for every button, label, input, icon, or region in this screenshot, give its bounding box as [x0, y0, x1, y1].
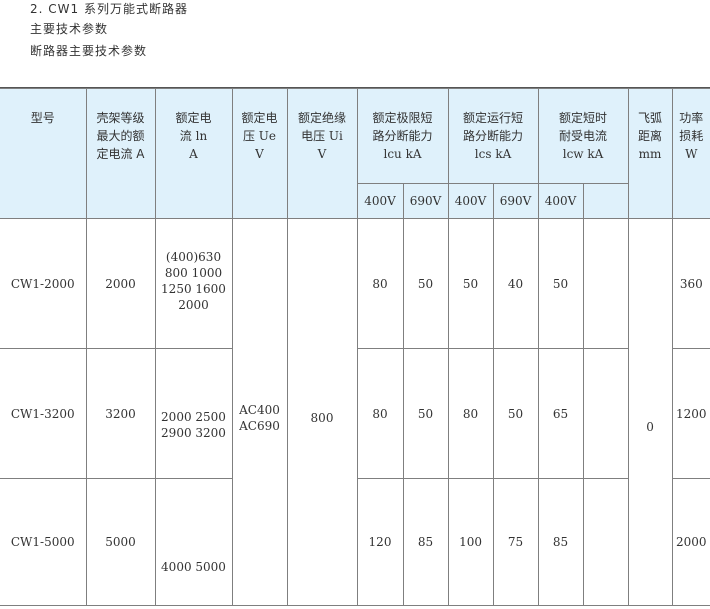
cell-frame: 2000 [85, 218, 156, 349]
cell-power-loss: 360 [671, 218, 710, 349]
cell-rated-current: 4000 5000 [154, 478, 233, 606]
cell-icw-empty [582, 478, 629, 606]
header-icw: 额定短时 耐受电流 lcw kA [537, 88, 629, 184]
header-ics-690v: 690V [492, 183, 539, 219]
cell-model: CW1-5000 [0, 478, 87, 606]
header-ics-400v: 400V [447, 183, 494, 219]
cell-frame: 3200 [85, 348, 156, 479]
cell-ics-690: 40 [492, 218, 539, 349]
header-insulation-voltage: 额定绝缘 电压 Ui V [286, 88, 358, 219]
cell-power-loss: 2000 [671, 478, 710, 606]
header-rated-current: 额定电 流 ln A [154, 88, 233, 219]
header-model: 型号 [0, 88, 87, 219]
header-rated-voltage: 额定电 压 Ue V [231, 88, 288, 219]
cell-icu-690: 50 [402, 348, 449, 479]
spec-table-container: 型号 壳架等级 最大的额 定电流 A 额定电 流 ln A 额定电 压 Ue V… [0, 87, 710, 609]
table-caption: 断路器主要技术参数 [30, 44, 148, 58]
header-frame-current: 壳架等级 最大的额 定电流 A [85, 88, 156, 219]
cell-rated-current: (400)630 800 1000 1250 1600 2000 [154, 218, 233, 349]
sub-heading: 主要技术参数 [30, 22, 109, 36]
header-ics: 额定运行短 路分断能力 lcs kA [447, 88, 539, 184]
cell-ics-400: 50 [447, 218, 494, 349]
cell-model: CW1-3200 [0, 348, 87, 479]
cell-icw-empty [582, 218, 629, 349]
table-row: CW1-2000 2000 (400)630 800 1000 1250 160… [0, 218, 710, 606]
cell-arc-distance: 0 [627, 218, 673, 606]
header-row: 型号 壳架等级 最大的额 定电流 A 额定电 流 ln A 额定电 压 Ue V… [0, 88, 710, 219]
header-icw-empty [582, 183, 629, 219]
cell-ics-690: 50 [492, 348, 539, 479]
cell-insulation-voltage: 800 [286, 218, 358, 606]
spec-table: 型号 壳架等级 最大的额 定电流 A 额定电 流 ln A 额定电 压 Ue V… [0, 88, 710, 606]
header-icu-400v: 400V [356, 183, 404, 219]
cell-ics-690: 75 [492, 478, 539, 606]
cell-ics-400: 80 [447, 348, 494, 479]
cell-icu-690: 85 [402, 478, 449, 606]
cell-model: CW1-2000 [0, 218, 87, 349]
cell-icw-400: 50 [537, 218, 584, 349]
header-arc-distance: 飞弧 距离 mm [627, 88, 673, 219]
cell-icw-empty [582, 348, 629, 479]
cell-frame: 5000 [85, 478, 156, 606]
cell-ics-400: 100 [447, 478, 494, 606]
cell-icw-400: 85 [537, 478, 584, 606]
cell-icu-400: 80 [356, 348, 404, 479]
cell-icw-400: 65 [537, 348, 584, 479]
section-heading: 2. CW1 系列万能式断路器 [30, 2, 188, 16]
cell-rated-voltage: AC400 AC690 [231, 218, 288, 606]
header-icu-690v: 690V [402, 183, 449, 219]
cell-icu-690: 50 [402, 218, 449, 349]
header-icu: 额定极限短 路分断能力 lcu kA [356, 88, 449, 184]
cell-icu-400: 120 [356, 478, 404, 606]
cell-icu-400: 80 [356, 218, 404, 349]
cell-power-loss: 1200 [671, 348, 710, 479]
cell-rated-current: 2000 2500 2900 3200 [154, 348, 233, 479]
header-icw-400v: 400V [537, 183, 584, 219]
header-power-loss: 功率 损耗 W [671, 88, 710, 219]
